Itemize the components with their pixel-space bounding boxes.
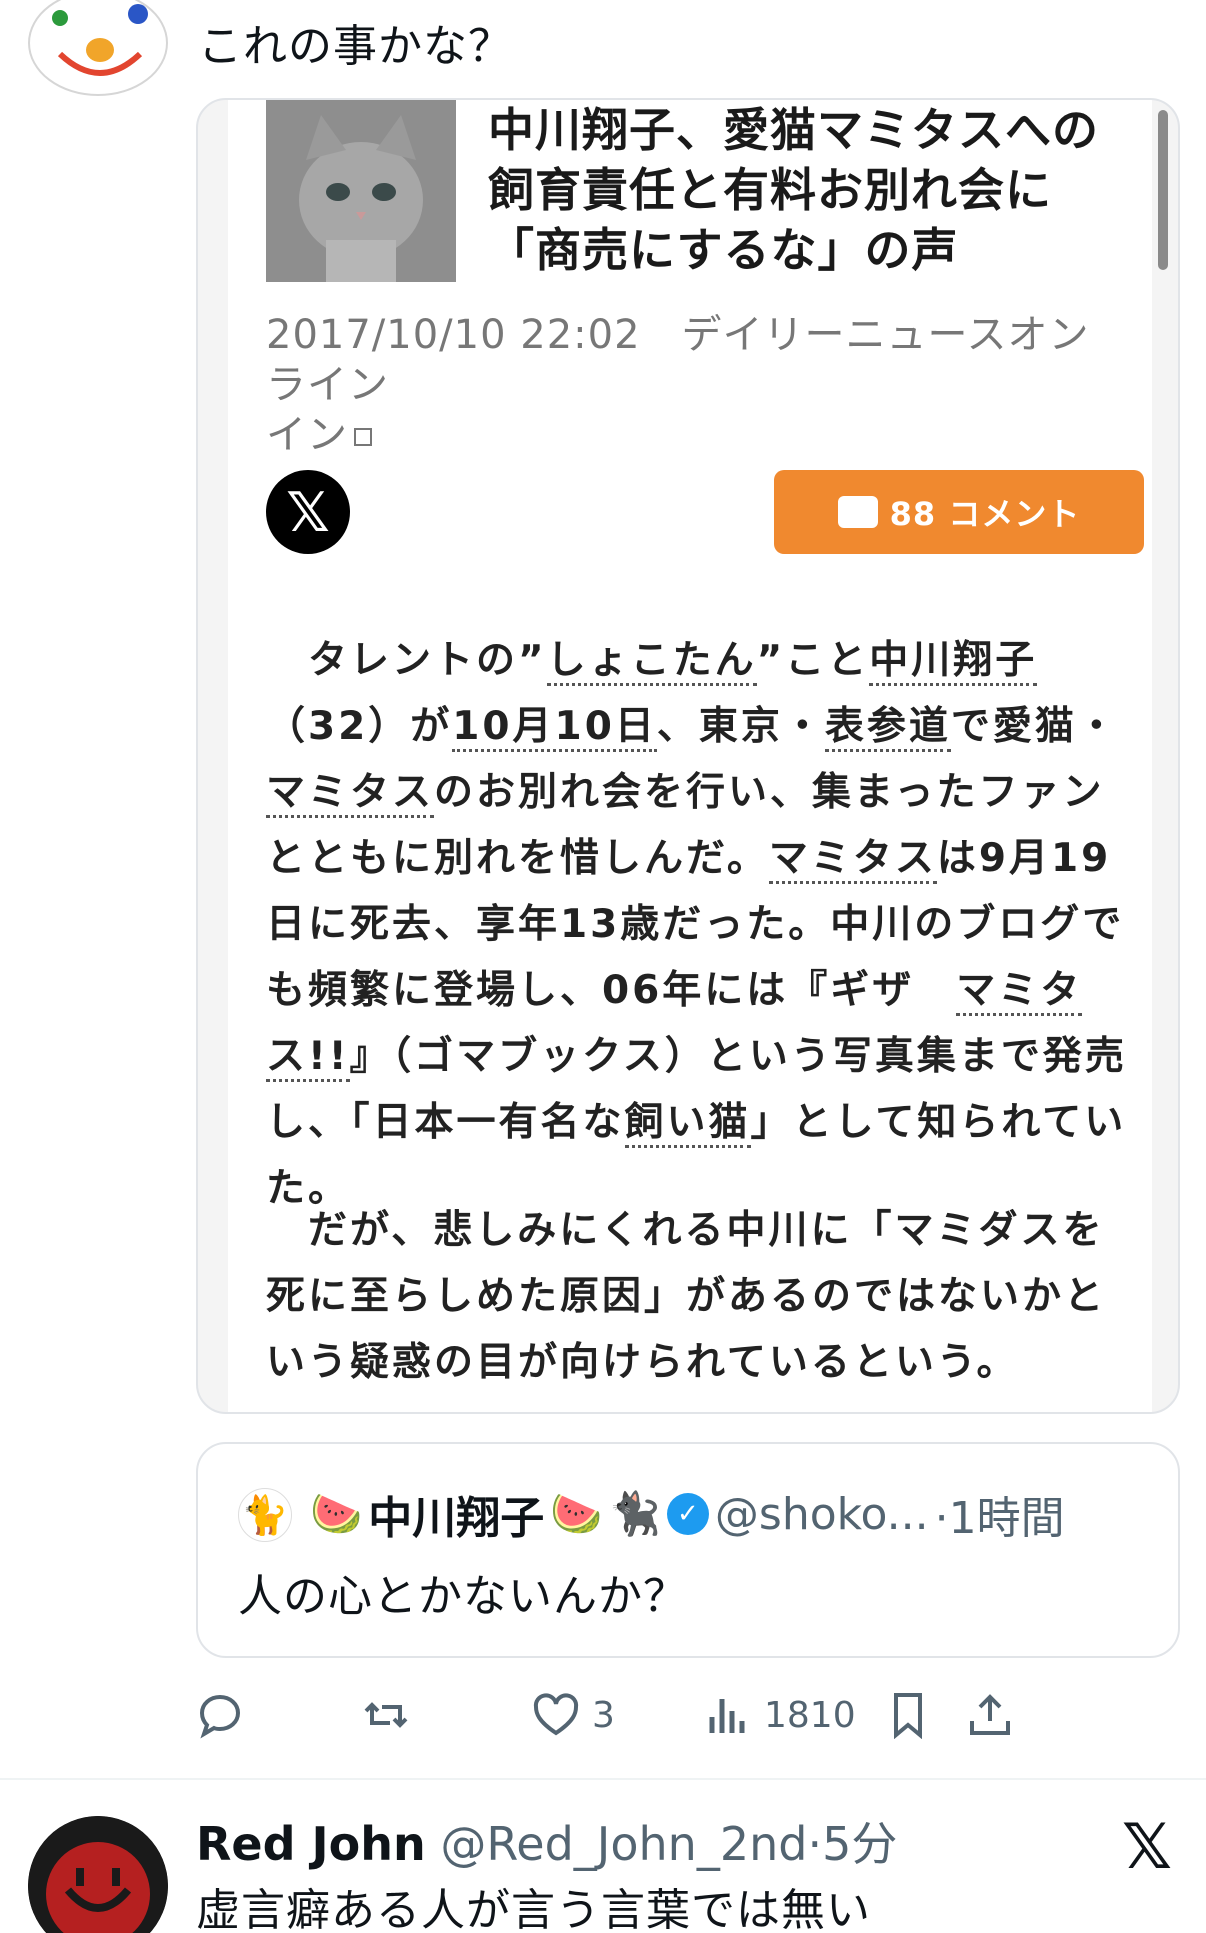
media-image-card[interactable]: 中川翔子、愛猫マミタスへの飼育責任と有料お別れ会に「商売にするな」の声 2017…	[196, 98, 1180, 1414]
tweet-header: Red John @Red_John_2nd·5分	[196, 1808, 897, 1874]
quoted-text: 人の心とかないんか？	[238, 1571, 688, 1622]
comment-count-button[interactable]: 88 コメント	[774, 470, 1144, 554]
comment-bubble-icon	[837, 496, 878, 528]
like-button[interactable]: 3	[532, 1680, 615, 1750]
quoted-avatar[interactable]: 🐈	[238, 1488, 292, 1542]
quoted-display-name[interactable]: 中川翔子	[368, 1482, 544, 1546]
external-link-icon	[354, 428, 372, 446]
display-name[interactable]: Red John	[196, 1817, 426, 1871]
bookmark-icon	[894, 1693, 922, 1739]
avatar-clown-icon	[52, 4, 148, 76]
text-run: 、東京・	[656, 704, 825, 749]
like-count: 3	[592, 1694, 615, 1736]
x-share-button[interactable]: 𝕏	[266, 470, 350, 554]
article-headline: 中川翔子、愛猫マミタスへの飼育責任と有料お別れ会に「商売にするな」の声	[488, 103, 1099, 277]
text-run: で愛猫・	[950, 704, 1119, 749]
inline-link[interactable]: 表参道	[824, 704, 951, 752]
quoted-tweet[interactable]: 🐈 🍉 中川翔子 🍉 🐈‍⬛ ✓ @shoko... ·1時間 人の心とかないん…	[196, 1442, 1180, 1658]
tweet-text: これの事かな？	[198, 21, 513, 72]
article-date-source: 2017/10/10 22:02 デイリーニュースオンライン	[266, 312, 1090, 408]
kitten-image-icon	[266, 100, 456, 282]
bookmark-button[interactable]	[884, 1680, 932, 1750]
avatar[interactable]	[28, 1816, 168, 1933]
heart-icon	[533, 1693, 579, 1736]
tweet-text: 虚言癖ある人が言う言葉では無い	[196, 1885, 871, 1933]
handle[interactable]: @Red_John_2nd	[440, 1817, 807, 1871]
watermelon-icon: 🍉	[310, 1489, 363, 1538]
inline-link[interactable]: 飼い猫	[624, 1100, 751, 1148]
inline-link[interactable]: 10月10日	[452, 704, 657, 752]
inline-link[interactable]: 中川翔子	[869, 638, 1038, 686]
reply-button[interactable]	[196, 1680, 244, 1750]
comment-count-label: 88 コメント	[889, 495, 1081, 533]
black-cat-icon: 🐈‍⬛	[608, 1489, 661, 1538]
x-logo-icon: 𝕏	[1122, 1810, 1172, 1883]
reply-icon	[199, 1694, 241, 1739]
scrollbar-thumb[interactable]	[1158, 110, 1168, 270]
tweet-action-bar: 3 1810	[196, 1680, 1196, 1750]
share-button[interactable]	[966, 1680, 1014, 1750]
article-meta: 2017/10/10 22:02 デイリーニュースオンライン イン	[266, 312, 1090, 458]
analytics-icon	[709, 1699, 745, 1733]
quoted-handle[interactable]: @shoko...	[715, 1489, 929, 1540]
text-run: ”こと	[756, 638, 870, 683]
article-screenshot: 中川翔子、愛猫マミタスへの飼育責任と有料お別れ会に「商売にするな」の声 2017…	[228, 100, 1152, 1412]
inline-link[interactable]: マミタス	[768, 836, 937, 884]
retweet-button[interactable]	[362, 1680, 410, 1750]
cat-thumbnail	[266, 100, 456, 282]
article-paragraph-1: タレントの”しょこたん”こと中川翔子 （32）が10月10日、東京・表参道で愛猫・…	[266, 628, 1136, 1222]
share-icon	[970, 1694, 1010, 1735]
inline-link[interactable]: しょこたん	[546, 638, 757, 686]
red-smiley-avatar-icon	[28, 1816, 168, 1933]
text-run: （32）が	[266, 704, 453, 749]
views-button[interactable]: 1810	[704, 1680, 856, 1750]
avatar[interactable]	[28, 0, 168, 96]
view-count: 1810	[764, 1694, 856, 1736]
quoted-header: 🍉 中川翔子 🍉 🐈‍⬛ ✓ @shoko... ·1時間	[310, 1482, 1065, 1546]
inline-link[interactable]: マミタス	[266, 770, 435, 818]
divider	[0, 1778, 1206, 1780]
article-paragraph-2: だが、悲しみにくれる中川に「マミダスを死に至らしめた原因」があるのではないかとい…	[266, 1208, 1107, 1385]
retweet-icon	[364, 1702, 408, 1728]
quoted-time: ·1時間	[934, 1493, 1065, 1544]
tweet-time: ·5分	[807, 1817, 898, 1871]
verified-badge-icon: ✓	[666, 1493, 709, 1535]
watermelon-icon: 🍉	[550, 1489, 603, 1538]
text-run: タレントの”	[266, 638, 547, 683]
